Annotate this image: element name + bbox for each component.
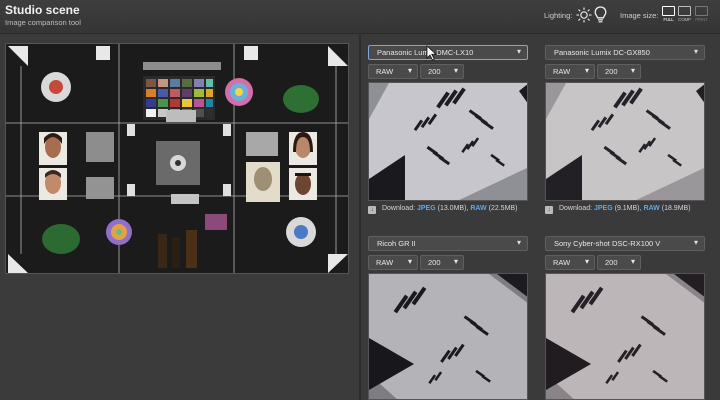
download-jpeg-link[interactable]: JPEG bbox=[417, 205, 436, 212]
panel-divider bbox=[359, 35, 361, 400]
camera-select-value: Ricoh GR II bbox=[377, 239, 416, 248]
chevron-down-icon: ▾ bbox=[584, 66, 589, 75]
download-links: ↓ Download: JPEG (13.0MB), RAW (22.5MB) bbox=[368, 205, 517, 214]
size-comp-icon bbox=[678, 6, 691, 16]
image-crop[interactable] bbox=[545, 273, 705, 400]
chevron-down-icon: ▾ bbox=[516, 47, 521, 56]
resolution-chart-crop bbox=[369, 83, 527, 200]
chevron-down-icon: ▾ bbox=[516, 238, 521, 247]
format-select[interactable]: RAW ▾ bbox=[368, 255, 418, 270]
chevron-down-icon: ▾ bbox=[693, 47, 698, 56]
comparison-panel-2: Panasonic Lumix DC-GX850 ▾ RAW ▾ 200 ▾ ↓… bbox=[545, 45, 705, 225]
camera-select[interactable]: Panasonic Lumix DMC-LX10 ▾ bbox=[368, 45, 528, 60]
jpeg-size: (13.0MB) bbox=[437, 205, 467, 212]
chevron-down-icon: ▾ bbox=[630, 66, 635, 75]
studio-scene-image[interactable] bbox=[5, 43, 349, 274]
iso-select-value: 200 bbox=[428, 67, 441, 76]
page-subtitle: Image comparison tool bbox=[5, 18, 81, 27]
studio-scene-graphic bbox=[6, 44, 348, 273]
lighting-label: Lighting: bbox=[544, 11, 573, 20]
camera-select[interactable]: Panasonic Lumix DC-GX850 ▾ bbox=[545, 45, 705, 60]
download-raw-link[interactable]: RAW bbox=[643, 205, 659, 212]
raw-size: (18.9MB) bbox=[661, 205, 691, 212]
lowlight-bulb-icon[interactable] bbox=[594, 6, 607, 24]
iso-select[interactable]: 200 ▾ bbox=[597, 255, 641, 270]
iso-select-value: 200 bbox=[428, 258, 441, 267]
download-icon[interactable]: ↓ bbox=[545, 206, 553, 214]
camera-select-value: Sony Cyber-shot DSC-RX100 V bbox=[554, 239, 661, 248]
format-select[interactable]: RAW ▾ bbox=[545, 64, 595, 79]
page-title: Studio scene bbox=[5, 3, 80, 17]
resolution-chart-crop bbox=[369, 274, 527, 399]
format-select-value: RAW bbox=[376, 258, 394, 267]
comparison-panel-3: Ricoh GR II ▾ RAW ▾ 200 ▾ bbox=[368, 236, 528, 400]
iso-select[interactable]: 200 ▾ bbox=[597, 64, 641, 79]
image-crop[interactable] bbox=[545, 82, 705, 201]
chevron-down-icon: ▾ bbox=[630, 257, 635, 266]
chevron-down-icon: ▾ bbox=[407, 257, 412, 266]
header-bar: Studio scene Image comparison tool Light… bbox=[0, 0, 720, 34]
camera-select-value: Panasonic Lumix DC-GX850 bbox=[554, 48, 650, 57]
size-print-button[interactable]: PRINT bbox=[694, 6, 709, 24]
camera-select[interactable]: Ricoh GR II ▾ bbox=[368, 236, 528, 251]
size-comp-button[interactable]: COMP bbox=[677, 6, 692, 24]
image-crop[interactable] bbox=[368, 82, 528, 201]
iso-select[interactable]: 200 ▾ bbox=[420, 255, 464, 270]
resolution-chart-crop bbox=[546, 83, 704, 200]
download-links: ↓ Download: JPEG (9.1MB), RAW (18.9MB) bbox=[545, 205, 691, 214]
format-select-value: RAW bbox=[553, 67, 571, 76]
raw-size: (22.5MB) bbox=[488, 205, 518, 212]
chevron-down-icon: ▾ bbox=[453, 257, 458, 266]
chevron-down-icon: ▾ bbox=[693, 238, 698, 247]
chevron-down-icon: ▾ bbox=[453, 66, 458, 75]
mouse-cursor-icon bbox=[426, 45, 438, 61]
format-select[interactable]: RAW ▾ bbox=[368, 64, 418, 79]
iso-select[interactable]: 200 ▾ bbox=[420, 64, 464, 79]
format-select-value: RAW bbox=[553, 258, 571, 267]
resolution-chart-crop bbox=[546, 274, 704, 399]
camera-select[interactable]: Sony Cyber-shot DSC-RX100 V ▾ bbox=[545, 236, 705, 251]
format-select-value: RAW bbox=[376, 67, 394, 76]
download-icon[interactable]: ↓ bbox=[368, 206, 376, 214]
chevron-down-icon: ▾ bbox=[584, 257, 589, 266]
size-print-icon bbox=[695, 6, 708, 16]
image-size-label: Image size: bbox=[620, 11, 659, 20]
format-select[interactable]: RAW ▾ bbox=[545, 255, 595, 270]
comparison-panel-4: Sony Cyber-shot DSC-RX100 V ▾ RAW ▾ 200 … bbox=[545, 236, 705, 400]
image-crop[interactable] bbox=[368, 273, 528, 400]
jpeg-size: (9.1MB) bbox=[614, 205, 640, 212]
iso-select-value: 200 bbox=[605, 67, 618, 76]
daylight-sun-icon[interactable] bbox=[576, 7, 592, 23]
scene-panel bbox=[0, 35, 358, 400]
comparison-panel-1: Panasonic Lumix DMC-LX10 ▾ RAW ▾ 200 ▾ ↓… bbox=[368, 45, 528, 225]
size-full-icon bbox=[662, 6, 675, 16]
size-full-button[interactable]: FULL bbox=[661, 6, 676, 24]
iso-select-value: 200 bbox=[605, 258, 618, 267]
download-jpeg-link[interactable]: JPEG bbox=[594, 205, 613, 212]
chevron-down-icon: ▾ bbox=[407, 66, 412, 75]
download-raw-link[interactable]: RAW bbox=[470, 205, 486, 212]
